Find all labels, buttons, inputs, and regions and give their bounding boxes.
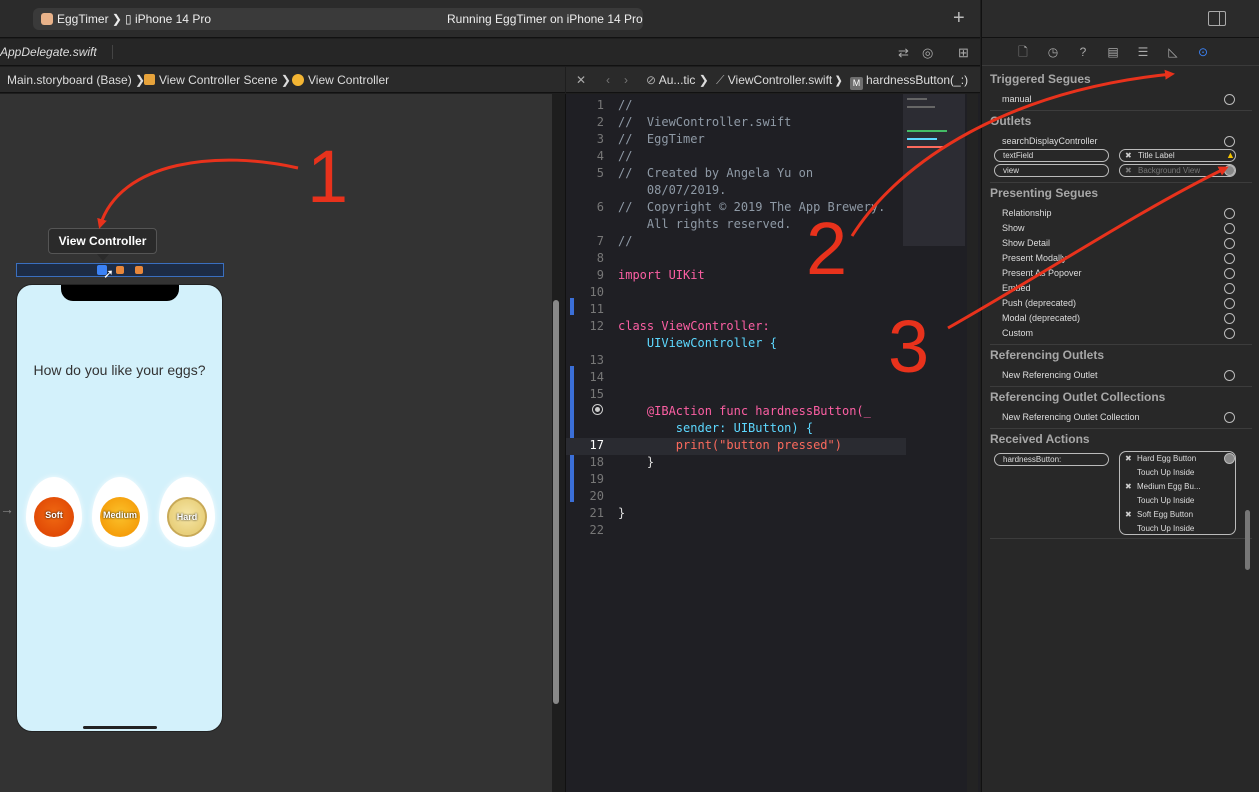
annotation-number-2: 2 — [806, 207, 847, 290]
annotation-arrow-1 — [97, 158, 299, 229]
annotation-arrow-3 — [947, 166, 1229, 330]
annotation-number-3: 3 — [888, 305, 929, 388]
annotation-arrow-2 — [850, 69, 1175, 237]
annotation-number-1: 1 — [307, 135, 348, 218]
annotation-overlay: 1 2 3 — [97, 69, 1229, 388]
